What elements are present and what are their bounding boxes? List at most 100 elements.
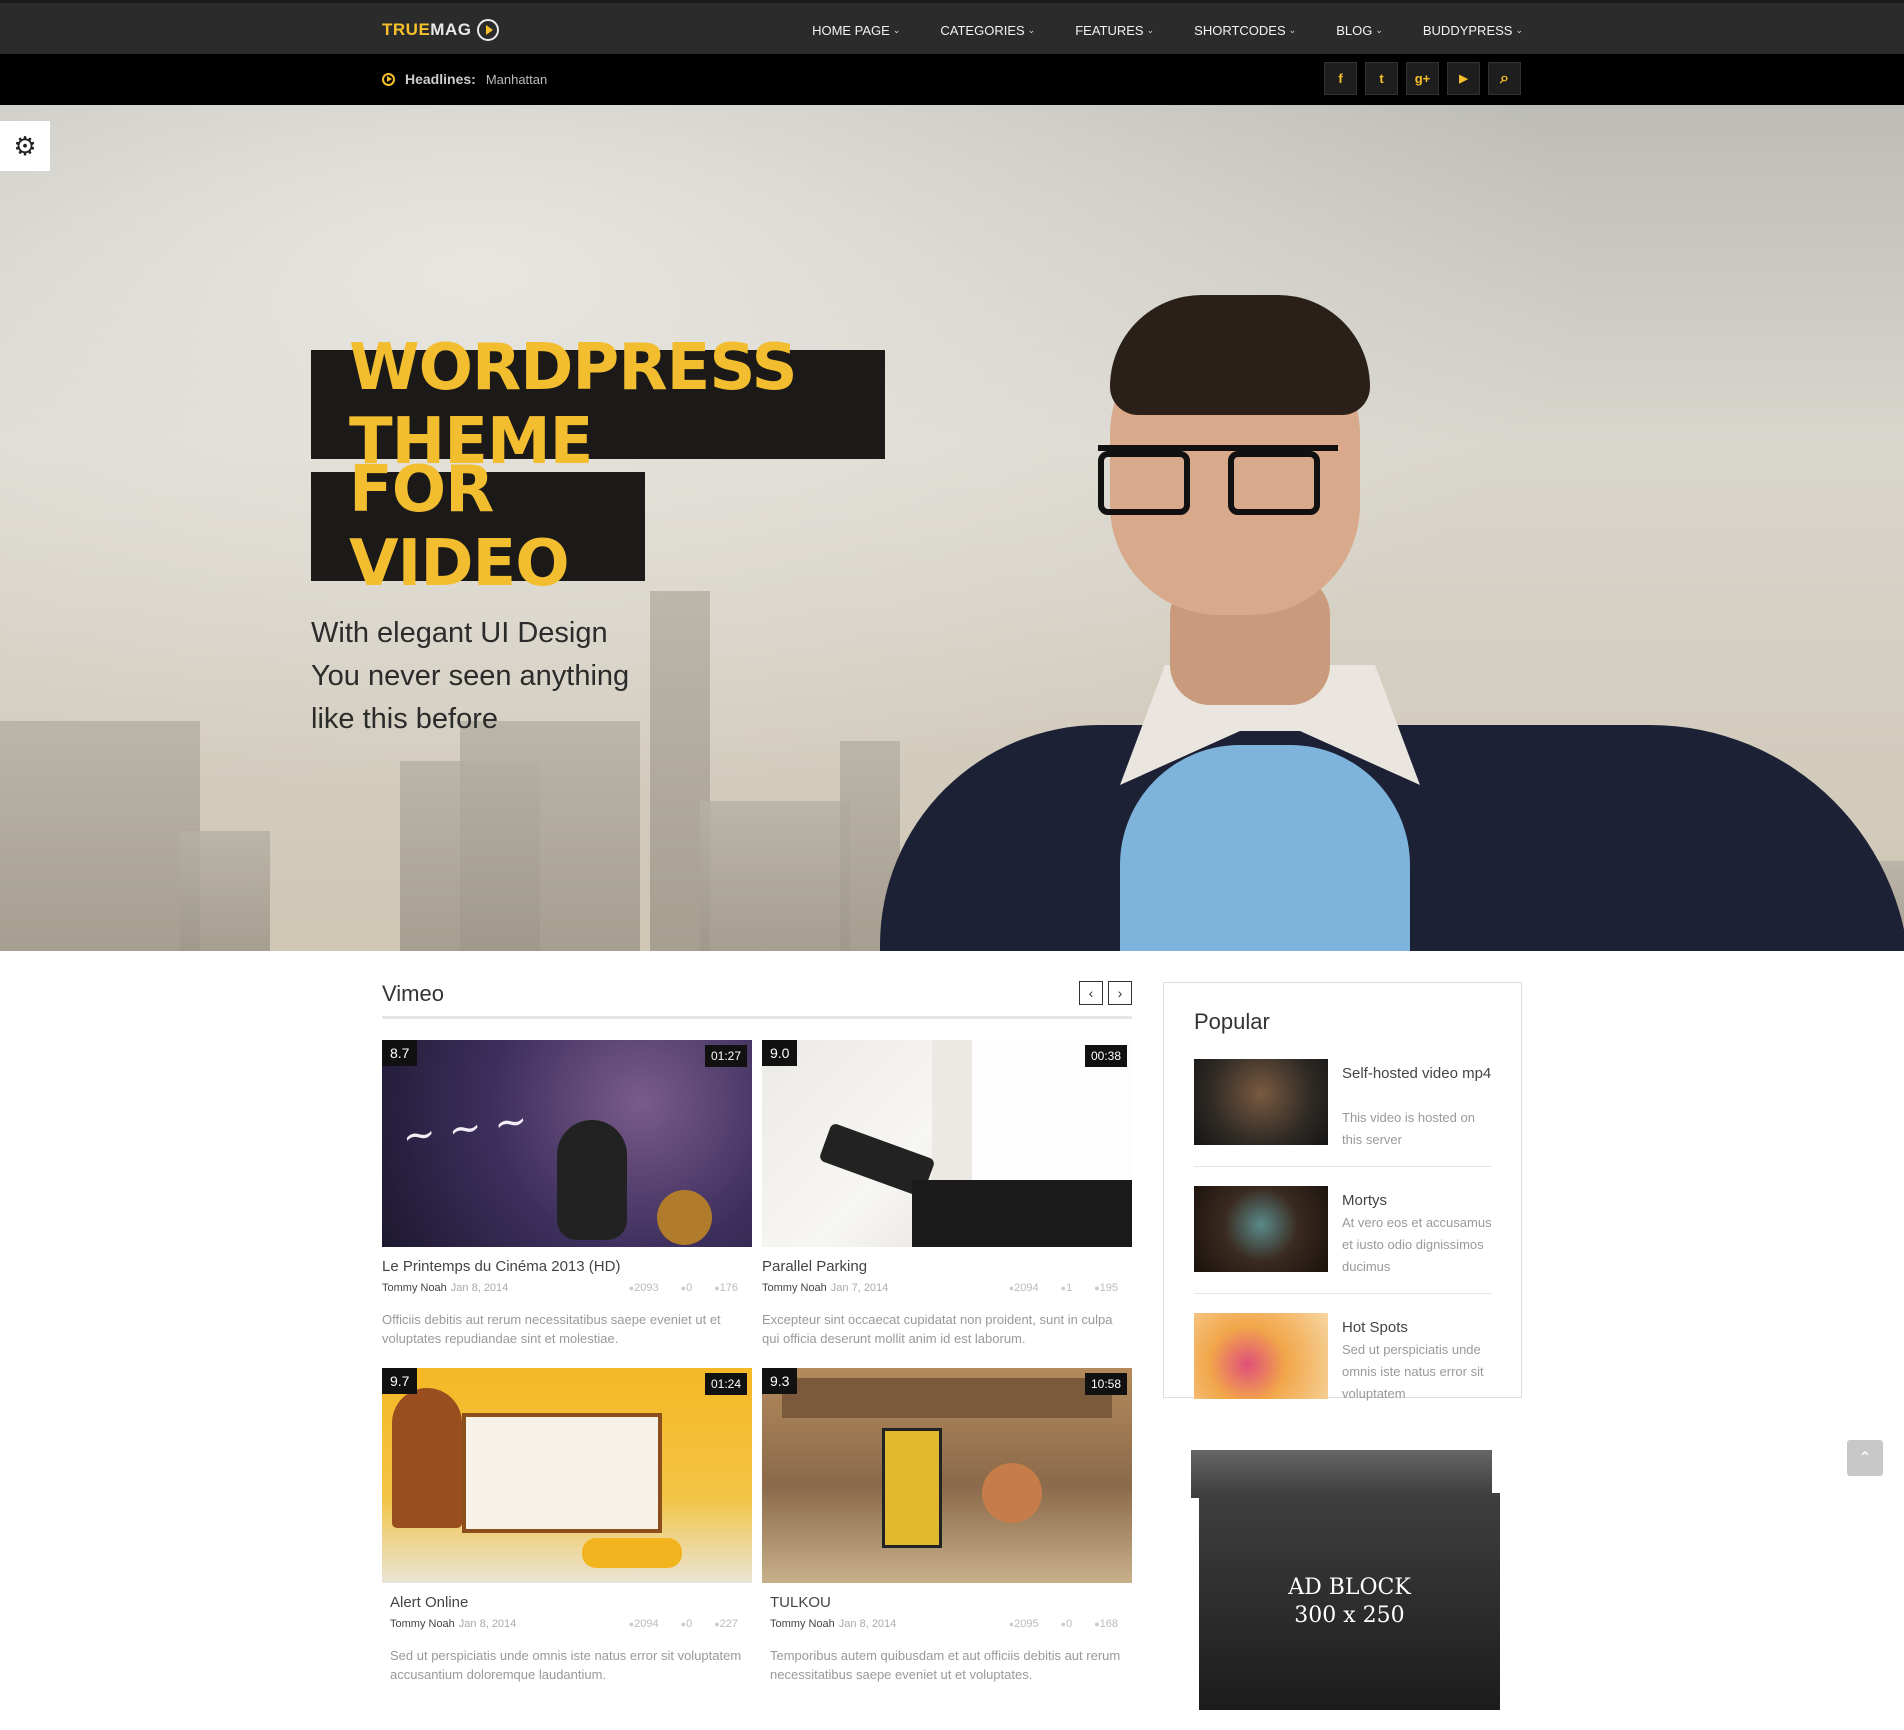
video-title[interactable]: Le Printemps du Cinéma 2013 (HD)	[382, 1258, 752, 1275]
video-stats: 2093 0 176	[629, 1282, 738, 1294]
author-link[interactable]: Tommy Noah	[762, 1282, 827, 1294]
hero-person-glasses	[1098, 445, 1338, 515]
site-logo[interactable]: TRUE MAG	[382, 19, 500, 41]
views-count: 2094	[629, 1618, 658, 1630]
popular-title[interactable]: Self-hosted video mp4	[1342, 1063, 1492, 1085]
settings-gear-icon[interactable]: ⚙	[0, 121, 50, 171]
next-arrow-button[interactable]: ›	[1108, 981, 1132, 1005]
author-link[interactable]: Tommy Noah	[382, 1282, 447, 1294]
thumbnail-artwork	[657, 1190, 712, 1245]
popular-title[interactable]: Mortys	[1342, 1190, 1492, 1212]
hero-person-hair	[1110, 295, 1370, 415]
play-icon	[477, 19, 500, 41]
divider	[1194, 1166, 1492, 1167]
rating-badge: 9.3	[762, 1368, 798, 1394]
video-title[interactable]: Parallel Parking	[762, 1258, 1132, 1275]
video-excerpt: Officiis debitis aut rerum necessitatibu…	[382, 1312, 721, 1346]
hero-subtitle-line: With elegant UI Design	[311, 617, 608, 649]
thumbnail-artwork: ~ ~ ~	[399, 1097, 531, 1161]
video-meta: Tommy NoahJan 8, 2014 2093 0 176	[382, 1282, 752, 1296]
video-title[interactable]: TULKOU	[770, 1594, 1132, 1611]
nav-home-page[interactable]: HOME PAGE ⌄	[792, 23, 920, 38]
post-date: Jan 8, 2014	[838, 1618, 897, 1630]
nav-buddypress[interactable]: BUDDYPRESS ⌄	[1403, 23, 1523, 38]
prev-arrow-button[interactable]: ‹	[1079, 981, 1103, 1005]
video-meta: Tommy NoahJan 8, 2014 2094 0 227	[390, 1618, 752, 1632]
thumbnail-artwork	[982, 1463, 1042, 1523]
popular-widget: Popular Self-hosted video mp4 This video…	[1163, 982, 1522, 1401]
ad-label-line2: 300 x 250	[1294, 1602, 1405, 1628]
video-stats: 2094 1 195	[1009, 1282, 1118, 1294]
nav-blog[interactable]: BLOG ⌄	[1316, 23, 1403, 38]
duration-badge: 00:38	[1084, 1045, 1127, 1067]
popular-thumbnail[interactable]	[1194, 1313, 1328, 1399]
popular-item[interactable]: Hot Spots Sed ut perspiciatis unde omnis…	[1194, 1313, 1494, 1403]
social-links: f t g+ ▶ ⌕	[1324, 62, 1521, 95]
nav-label: HOME PAGE	[812, 22, 890, 38]
popular-item[interactable]: Self-hosted video mp4 This video is host…	[1194, 1059, 1494, 1149]
chevron-down-icon: ⌄	[892, 24, 901, 35]
popular-excerpt: This video is hosted on this server	[1342, 1110, 1475, 1147]
video-thumbnail[interactable]: ~ ~ ~ 8.7 01:27	[382, 1040, 752, 1247]
chevron-down-icon: ⌄	[1027, 24, 1036, 35]
skyline-building	[460, 721, 640, 951]
video-card: 9.7 01:24 Alert Online Tommy Noah Jan 8, …	[382, 1368, 752, 1684]
nav-label: CATEGORIES	[940, 22, 1025, 38]
thumbnail-artwork	[912, 1180, 1132, 1247]
nav-categories[interactable]: CATEGORIES ⌄	[920, 23, 1055, 38]
views-count: 2093	[629, 1282, 658, 1294]
nav-features[interactable]: FEATURES ⌄	[1055, 23, 1174, 38]
video-meta: Tommy NoahJan 8, 2014 2095 0 168	[770, 1618, 1132, 1632]
video-thumbnail[interactable]: 9.7 01:24	[382, 1368, 752, 1583]
video-thumbnail[interactable]: 9.0 00:38	[762, 1040, 1132, 1247]
ad-image-top	[1191, 1450, 1492, 1498]
hero-subtitle-line: like this before	[311, 703, 498, 735]
video-thumbnail[interactable]: 9.3 10:58	[762, 1368, 1132, 1583]
chevron-down-icon: ⌄	[1515, 24, 1523, 35]
scroll-to-top-button[interactable]: ⌃	[1847, 1440, 1883, 1476]
play-circle-icon	[382, 72, 395, 86]
twitter-icon[interactable]: t	[1365, 62, 1398, 95]
google-plus-icon[interactable]: g+	[1406, 62, 1439, 95]
author-link[interactable]: Tommy Noah	[770, 1618, 835, 1630]
chevron-down-icon: ⌄	[1288, 24, 1297, 35]
post-date: Jan 8, 2014	[450, 1282, 509, 1294]
chevron-down-icon: ⌄	[1375, 24, 1383, 35]
facebook-icon[interactable]: f	[1324, 62, 1357, 95]
skyline-building	[700, 801, 850, 951]
hero-banner	[0, 105, 1904, 951]
likes-count: 195	[1094, 1282, 1118, 1294]
popular-title[interactable]: Hot Spots	[1342, 1317, 1492, 1339]
popular-thumbnail[interactable]	[1194, 1059, 1328, 1145]
hero-subtitle: With elegant UI Design You never seen an…	[311, 612, 629, 741]
headlines-bar: Headlines: Manhattan f t g+ ▶ ⌕	[0, 54, 1904, 105]
ad-block[interactable]: AD BLOCK 300 x 250	[1199, 1493, 1500, 1710]
nav-label: FEATURES	[1075, 22, 1144, 38]
thumbnail-artwork	[557, 1120, 627, 1240]
nav-label: BUDDYPRESS	[1422, 22, 1513, 38]
youtube-icon[interactable]: ▶	[1447, 62, 1480, 95]
headlines-label: Headlines:	[405, 71, 476, 87]
widget-title: Popular	[1194, 1009, 1270, 1034]
comments-count: 1	[1061, 1282, 1072, 1294]
likes-count: 168	[1094, 1618, 1118, 1630]
post-date: Jan 7, 2014	[830, 1282, 889, 1294]
author-link[interactable]: Tommy Noah	[390, 1618, 455, 1630]
video-title[interactable]: Alert Online	[390, 1594, 752, 1611]
hero-subtitle-line: You never seen anything	[311, 660, 630, 692]
nav-label: SHORTCODES	[1194, 22, 1286, 38]
video-card: ~ ~ ~ 8.7 01:27 Le Printemps du Cinéma 2…	[382, 1040, 752, 1348]
search-icon[interactable]: ⌕	[1488, 62, 1521, 95]
headlines-link[interactable]: Manhattan	[486, 72, 547, 87]
views-count: 2095	[1009, 1618, 1038, 1630]
popular-item[interactable]: Mortys At vero eos et accusamus et iusto…	[1194, 1186, 1494, 1276]
popular-excerpt: Sed ut perspiciatis unde omnis iste natu…	[1342, 1342, 1484, 1401]
thumbnail-artwork	[392, 1388, 462, 1528]
hero-title-line1: WORDPRESS THEME	[311, 331, 885, 479]
video-stats: 2094 0 227	[629, 1618, 738, 1630]
nav-shortcodes[interactable]: SHORTCODES ⌄	[1174, 23, 1316, 38]
divider	[1194, 1293, 1492, 1294]
hero-person-shirt	[1120, 745, 1410, 951]
video-meta: Tommy NoahJan 7, 2014 2094 1 195	[762, 1282, 1132, 1296]
popular-thumbnail[interactable]	[1194, 1186, 1328, 1272]
